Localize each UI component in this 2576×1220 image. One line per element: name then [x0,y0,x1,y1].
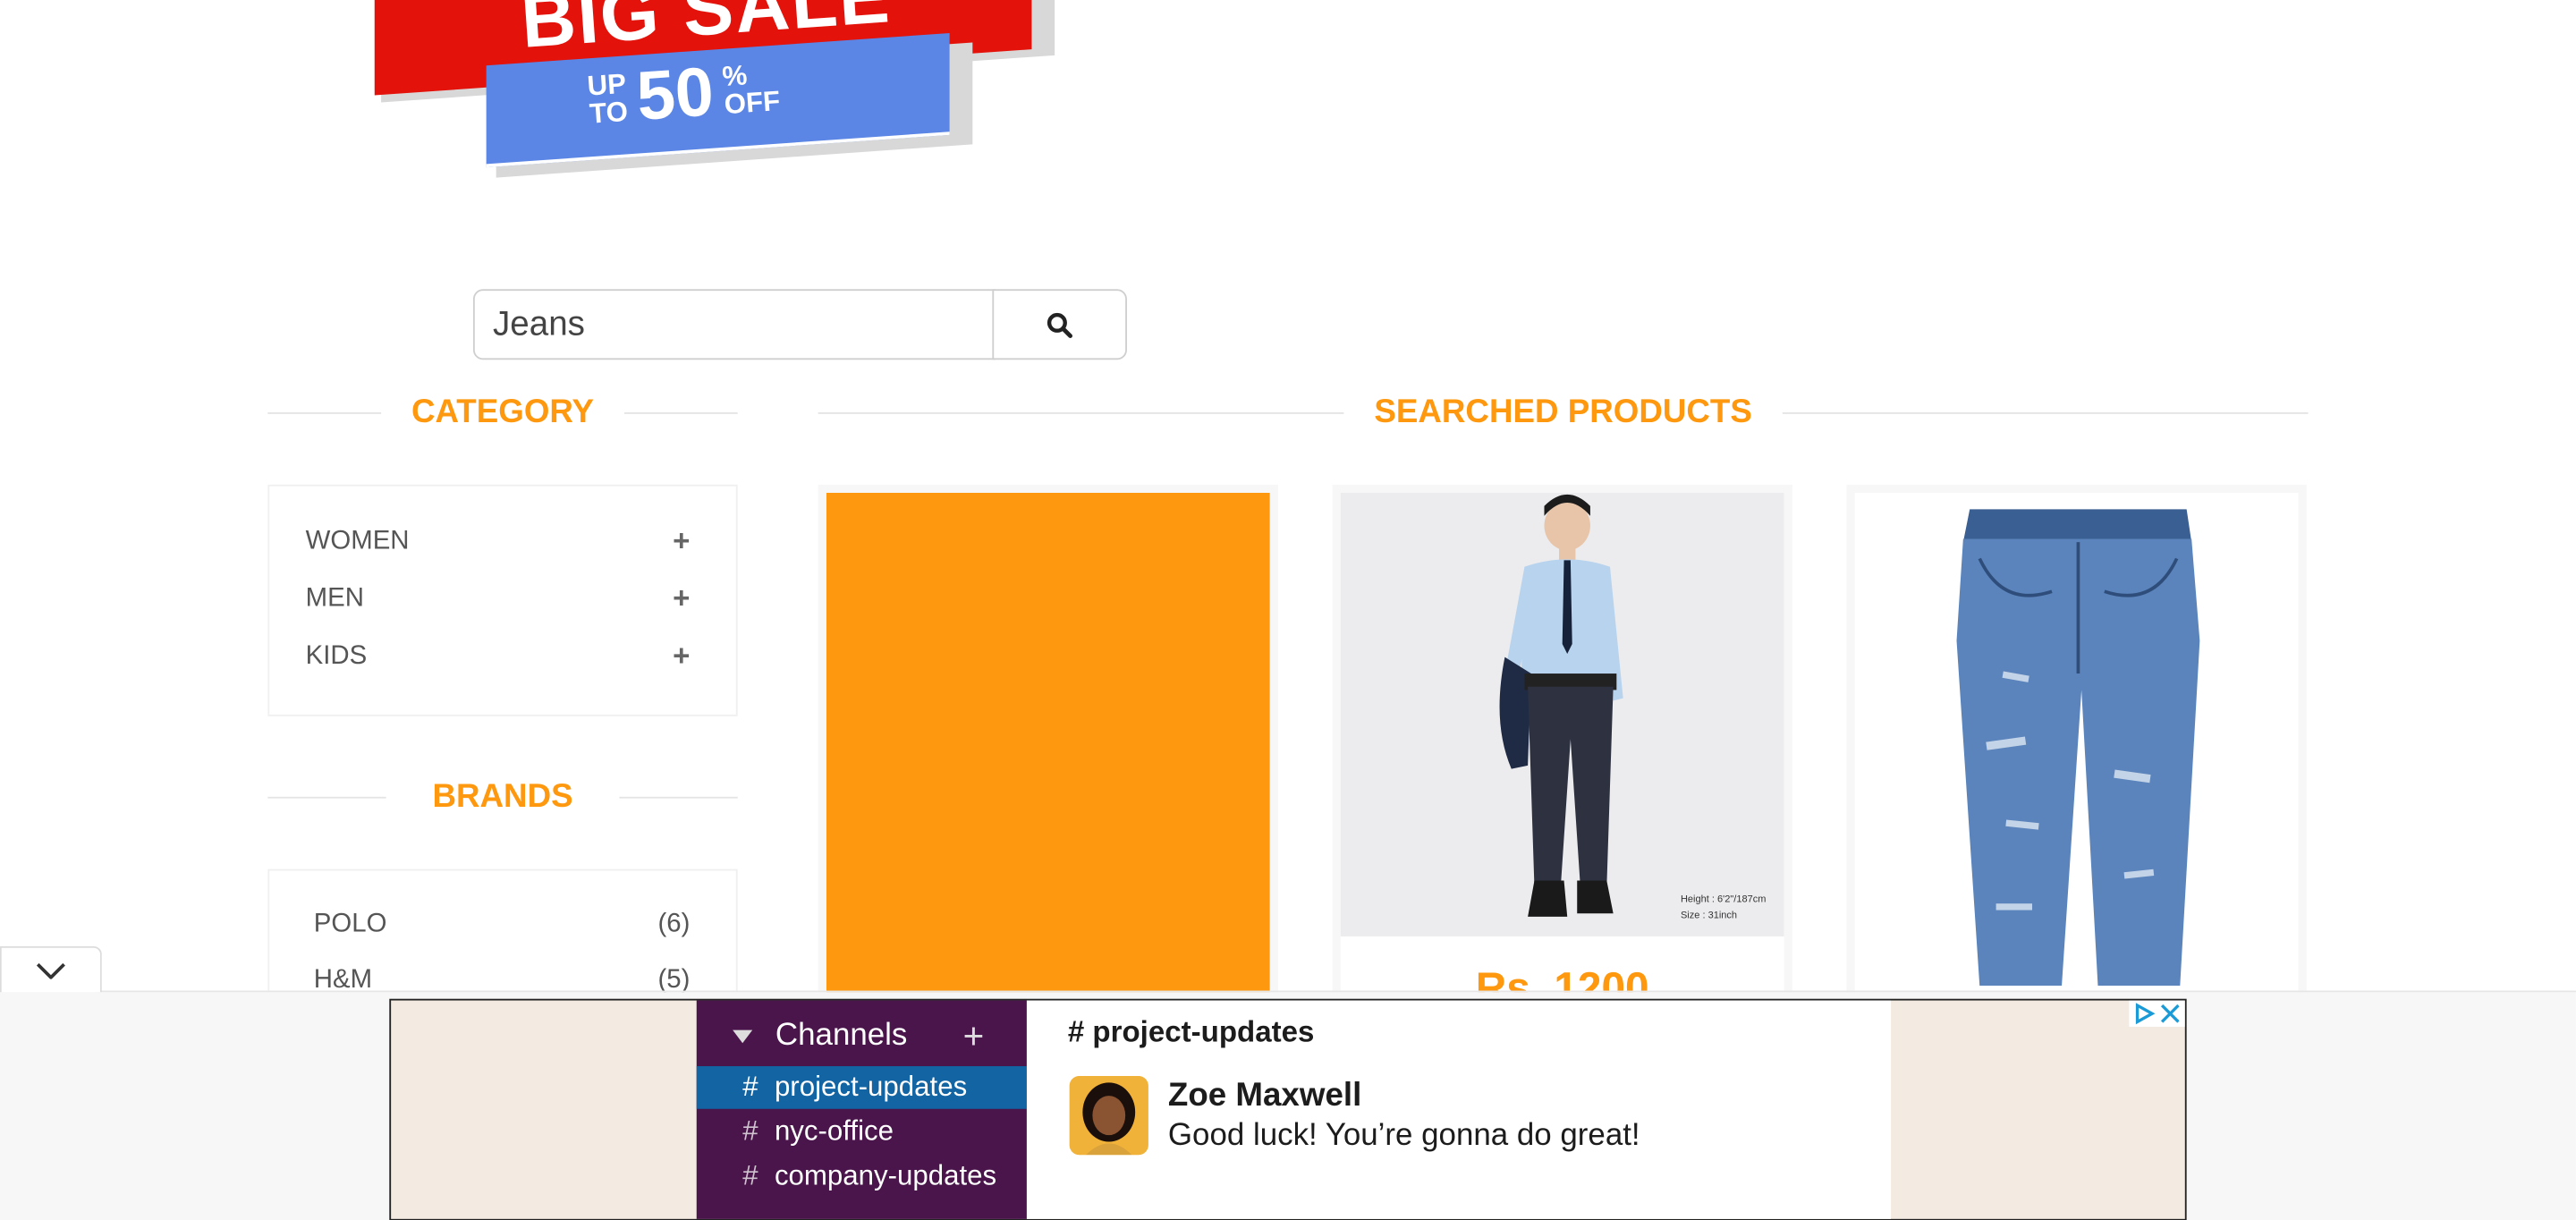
divider [623,411,738,413]
close-icon[interactable] [2158,1002,2182,1025]
man-in-jeans-photo [1340,493,1784,936]
ad-controls [2129,1000,2185,1027]
ad-choices-icon[interactable] [2132,1002,2156,1025]
product-image[interactable]: Height : 6'2"/187cm Size : 31inch [1340,493,1784,936]
category-panel: WOMEN + MEN + KIDS + [267,484,738,716]
banner-to: TO [588,96,630,131]
hash-icon: # [742,1071,758,1103]
message-author: Zoe Maxwell [1167,1077,1362,1114]
channel-label: company-updates [774,1159,997,1191]
collapse-ad-button[interactable] [0,945,102,993]
product-card[interactable] [1846,484,2307,1011]
brand-item-polo[interactable]: POLO (6) [314,911,691,940]
banner-amount: 50 [634,52,716,135]
products-heading: SEARCHED PRODUCTS [818,393,2309,430]
divider [619,795,738,798]
products-title: SEARCHED PRODUCTS [1374,393,1752,430]
search-input[interactable]: Jeans [472,289,996,360]
sale-banner[interactable]: BIG SALE UP TO 50 % OFF [365,0,1072,182]
product-size-tag: Height : 6'2"/187cm Size : 31inch [1681,892,1766,925]
plus-icon[interactable]: + [673,581,690,616]
ad-message-pane: # project-updates Zoe Maxwell Good luck!… [1026,1000,1892,1219]
avatar [1069,1076,1148,1156]
caret-down-icon [733,1029,753,1044]
category-heading: CATEGORY [267,393,738,430]
channel-title: # project-updates [1067,1015,1315,1048]
channel-label: project-updates [774,1071,968,1103]
divider [1781,411,2309,413]
ad-banner[interactable]: Channels + # project-updates # nyc-offic… [389,998,2187,1220]
chevron-down-icon [36,962,65,979]
channels-header: Channels + [697,1015,1027,1056]
search-icon [1046,311,1072,338]
hash-icon: # [742,1115,758,1148]
category-item-label: KIDS [305,641,368,670]
search-input-value: Jeans [493,304,585,343]
channel-item: # nyc-office [697,1111,1027,1154]
product-card[interactable]: Height : 6'2"/187cm Size : 31inch Rs. 12… [1332,484,1792,1011]
product-size-note: Size : 31inch [1680,911,1738,922]
product-image[interactable] [1854,493,2299,1003]
plus-icon: + [962,1015,985,1056]
plus-icon[interactable]: + [673,639,690,674]
divider [818,411,1345,413]
product-card[interactable] [818,484,1278,1011]
avatar-photo [1069,1076,1148,1156]
brands-title: BRANDS [432,777,573,815]
channel-label: nyc-office [774,1115,894,1148]
category-item-women[interactable]: WOMEN + [306,524,691,559]
category-item-label: WOMEN [305,526,410,555]
page: BIG SALE UP TO 50 % OFF Jeans CATEGORY W… [0,0,2576,1220]
brand-item-count: (6) [657,910,691,938]
brands-heading: BRANDS [267,777,738,815]
ripped-jeans-photo [1956,509,2200,987]
search-button[interactable] [992,289,1127,360]
product-image[interactable] [826,493,1270,1003]
hash-icon: # [742,1159,758,1191]
ad-channel-sidebar: Channels + # project-updates # nyc-offic… [696,1000,1027,1219]
plus-icon[interactable]: + [673,524,690,559]
divider [267,795,387,798]
category-item-kids[interactable]: KIDS + [306,639,691,674]
product-height-note: Height : 6'2"/187cm [1680,895,1767,906]
category-item-label: MEN [305,583,364,613]
channel-item: # company-updates [697,1155,1027,1198]
message-text: Good luck! You’re gonna do great! [1167,1118,1640,1154]
banner-discount: UP TO 50 % OFF [586,47,782,140]
channel-item: # project-updates [696,1066,1027,1109]
channels-label: Channels [775,1018,908,1054]
banner-off: OFF [723,85,782,121]
divider [267,411,382,413]
category-item-men[interactable]: MEN + [306,581,691,616]
brand-item-label: POLO [313,910,387,938]
category-title: CATEGORY [411,393,595,430]
